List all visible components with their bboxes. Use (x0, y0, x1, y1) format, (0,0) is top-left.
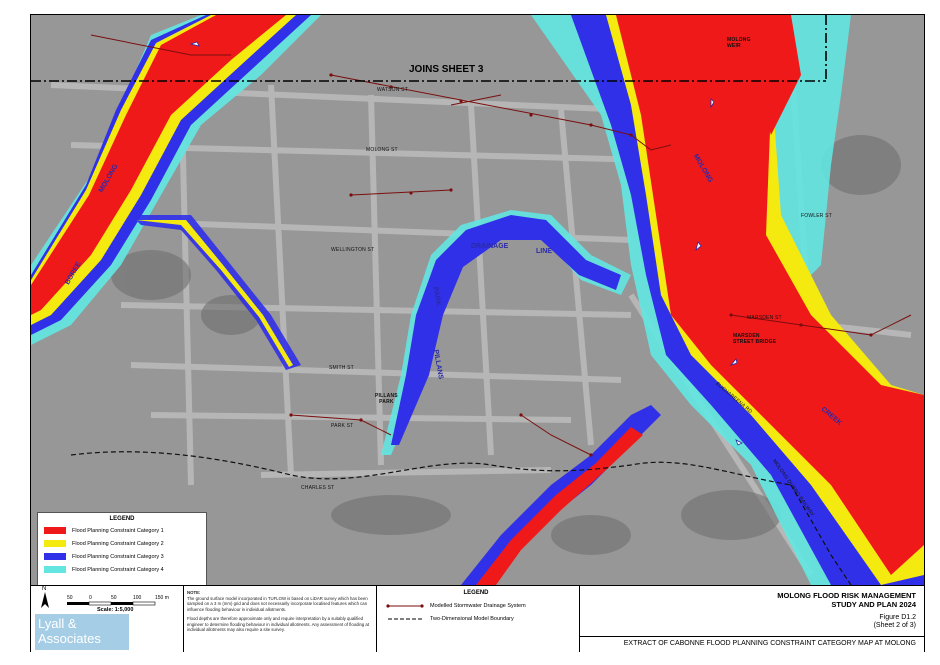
scale-tick: 50 (111, 595, 117, 601)
scale-tick: 50 (67, 595, 73, 601)
divider (183, 586, 184, 652)
note-block: NOTE: The ground surface model incorpora… (187, 590, 372, 633)
report-subtitle: STUDY AND PLAN 2024 (831, 600, 916, 609)
legend-swatch (44, 553, 66, 560)
legend-label: Flood Planning Constraint Category 3 (72, 553, 164, 560)
street-label: FOWLER ST (801, 213, 832, 219)
place-label: MARSDEN STREET BRIDGE (733, 333, 777, 345)
street-label: MARSDEN ST (747, 315, 782, 321)
scale-tick: 0 (89, 595, 92, 601)
legend-label: Flood Planning Constraint Category 4 (72, 566, 164, 573)
street-label: MOLONG ST (366, 147, 398, 153)
legend-item: Flood Planning Constraint Category 1 (44, 527, 164, 535)
legend-item: Flood Planning Constraint Category 4 (44, 566, 164, 574)
legend-symbols (386, 604, 424, 620)
legend-item: Flood Planning Constraint Category 3 (44, 553, 164, 561)
scale-label: Scale: 1:5,000 (97, 607, 134, 613)
scale-tick: 150 m (155, 595, 169, 601)
creek-label: DRAINAGE (471, 243, 509, 250)
drainage-legend: LEGEND Modelled Stormwater Drainage Syst… (376, 586, 576, 652)
legend-label: Flood Planning Constraint Category 2 (72, 540, 164, 547)
note-text: The ground surface model incorporated in… (187, 595, 368, 612)
legend-title: LEGEND (109, 516, 135, 522)
legend-label: Two-Dimensional Model Boundary (430, 616, 514, 622)
legend-item: Flood Planning Constraint Category 2 (44, 540, 164, 548)
street-label: PARK ST (331, 423, 354, 429)
street-label: WATSON ST (377, 87, 408, 93)
map-legend: LEGEND Flood Planning Constraint Categor… (37, 512, 207, 585)
report-title: MOLONG FLOOD RISK MANAGEMENT (777, 591, 916, 600)
figure-number: Figure D1.2 (879, 614, 916, 621)
title-panel: N 50 0 50 100 150 m Scale: 1:5,000 Lyall… (31, 585, 924, 652)
caption-divider (579, 636, 924, 637)
legend-swatch (44, 540, 66, 547)
company-logo: Lyall & Associates (35, 614, 129, 650)
legend-swatch (44, 527, 66, 534)
scale-box: N 50 0 50 100 150 m Scale: 1:5,000 Lyall… (31, 586, 183, 652)
legend-title: LEGEND (463, 590, 489, 596)
joins-sheet-label: JOINS SHEET 3 (409, 64, 484, 75)
title-block: MOLONG FLOOD RISK MANAGEMENT STUDY AND P… (579, 586, 924, 652)
street-label: CHARLES ST (301, 485, 335, 491)
logo-text: Lyall & (38, 616, 77, 631)
map-sheet: JOINS SHEET 3 WATSON ST MOLONG ST WELLIN… (30, 14, 925, 652)
place-label: MOLONG WEIR (727, 37, 751, 49)
figure-caption: EXTRACT OF CABONNE FLOOD PLANNING CONSTR… (623, 640, 916, 647)
place-label: PILLANS PARK (375, 393, 398, 405)
logo-text: Associates (38, 631, 101, 646)
sheet-number: (Sheet 2 of 3) (873, 622, 916, 629)
map-canvas (31, 15, 924, 585)
scale-tick: 100 (133, 595, 142, 601)
legend-label: Modelled Stormwater Drainage System (430, 603, 526, 609)
north-arrow-icon (41, 592, 49, 608)
legend-label: Flood Planning Constraint Category 1 (72, 527, 164, 534)
flood-map: JOINS SHEET 3 WATSON ST MOLONG ST WELLIN… (31, 15, 924, 585)
north-label: N (42, 586, 47, 592)
creek-label: LINE (536, 248, 552, 255)
street-label: SMITH ST (329, 365, 354, 371)
legend-swatch (44, 566, 66, 573)
note-text: Flood depths are therefore approximate o… (187, 616, 370, 632)
street-label: WELLINGTON ST (331, 247, 375, 253)
